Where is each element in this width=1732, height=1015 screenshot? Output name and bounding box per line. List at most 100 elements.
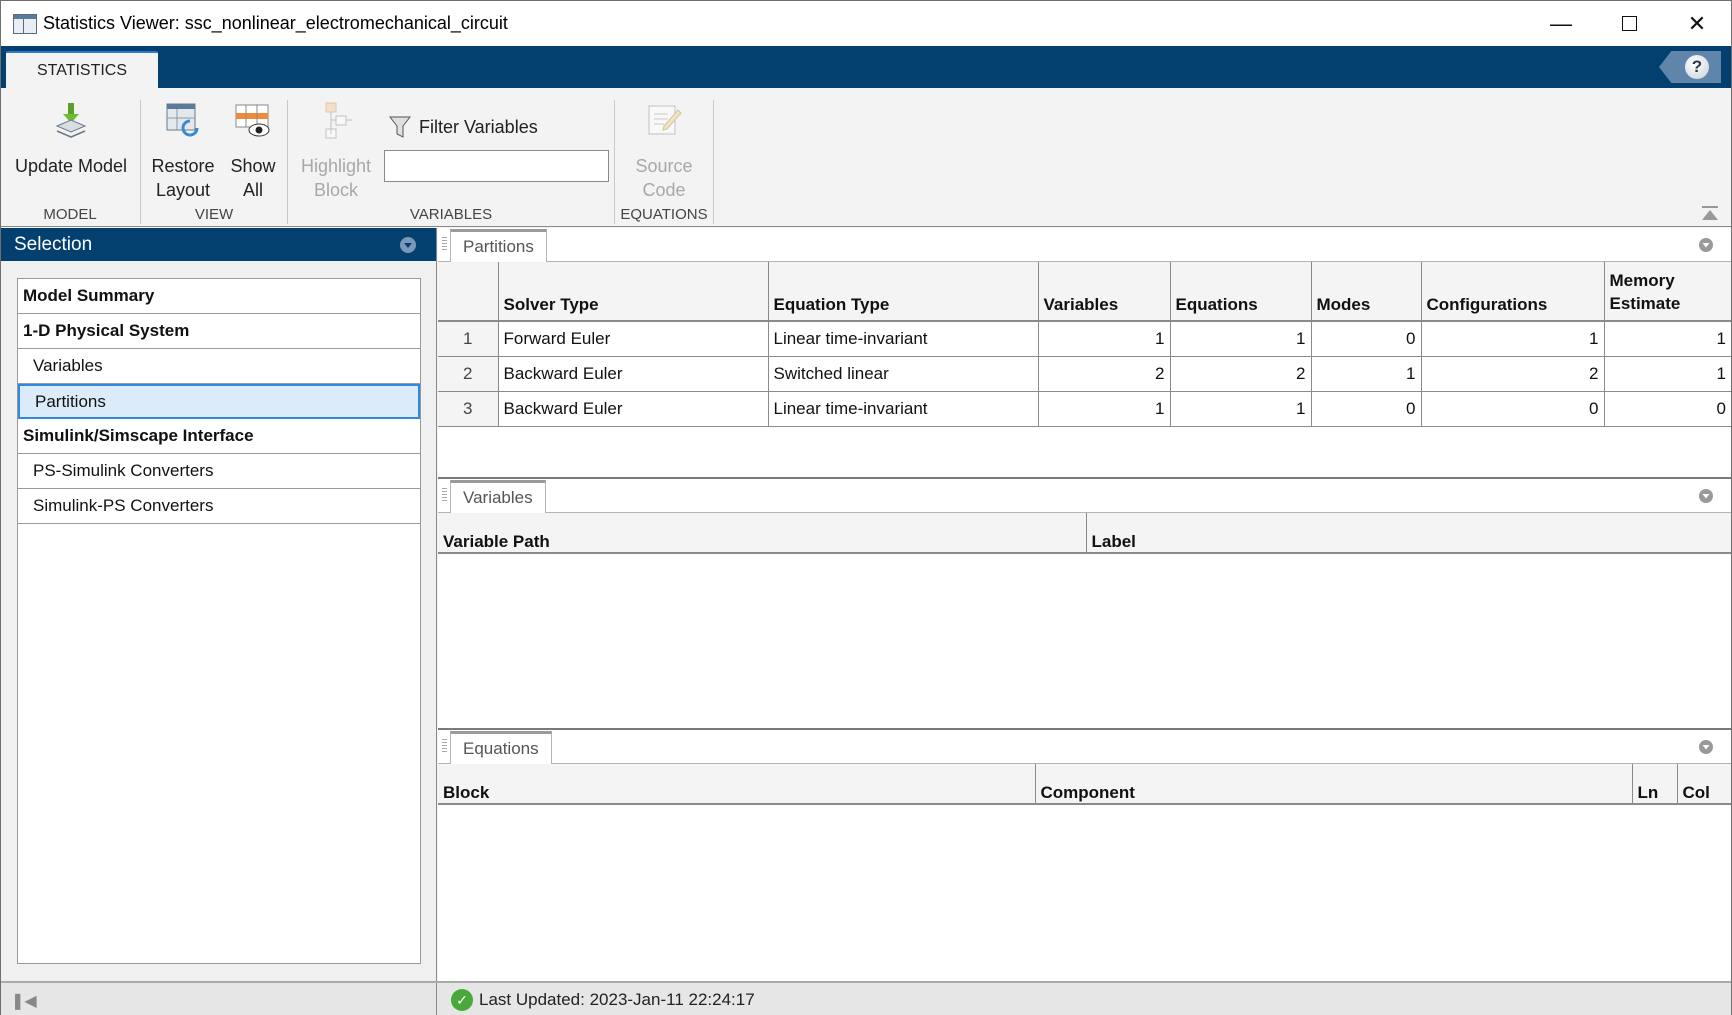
tree-item-simulink-simscape-interface[interactable]: Simulink/Simscape Interface (18, 419, 420, 454)
filter-variables-label: Filter Variables (419, 116, 538, 137)
cell-modes: 0 (1311, 321, 1422, 357)
tree-item-simulink-ps-converters[interactable]: Simulink-PS Converters (18, 489, 420, 524)
equations-table: Block Component Ln Col (438, 764, 1731, 805)
selection-title: Selection (14, 233, 93, 255)
row-index: 3 (438, 391, 499, 427)
drag-handle[interactable] (442, 739, 447, 753)
toolstrip: Update Model MODEL Restore Layout Show A… (1, 88, 1731, 227)
statistics-viewer-window: Statistics Viewer: ssc_nonlinear_electro… (0, 0, 1732, 1015)
drag-handle[interactable] (442, 237, 447, 251)
equations-tab[interactable]: Equations (450, 731, 552, 764)
source-label-2: Code (642, 180, 686, 200)
collapse-toolstrip-icon[interactable] (1701, 206, 1719, 222)
help-icon: ? (1685, 55, 1709, 79)
close-button[interactable]: ✕ (1663, 1, 1731, 46)
cell-solver-type: Backward Euler (498, 391, 769, 427)
equations-panel: Equations Block Component Ln Col (438, 730, 1731, 981)
show-label-2: All (242, 180, 263, 200)
details-area: Partitions Solver Type Equation Type Var… (438, 228, 1731, 981)
equations-group-label: EQUATIONS (620, 206, 708, 223)
toolstrip-tabbar: STATISTICS ? (1, 46, 1731, 88)
view-group-label: VIEW (194, 206, 234, 223)
highlight-block-button[interactable]: Highlight Block (298, 100, 374, 202)
cell-variables: 1 (1038, 321, 1171, 357)
title-bar: Statistics Viewer: ssc_nonlinear_electro… (1, 1, 1731, 46)
restore-label-1: Restore (151, 156, 215, 176)
variables-panel: Variables Variable Path Label (438, 479, 1731, 730)
variables-tab[interactable]: Variables (450, 480, 546, 513)
cell-solver-type: Forward Euler (498, 321, 769, 357)
tab-statistics[interactable]: STATISTICS (6, 51, 158, 88)
column-header-variable-path[interactable]: Variable Path (438, 513, 1087, 554)
status-bar-left: ❚◀ (1, 983, 437, 1015)
column-header-modes[interactable]: Modes (1311, 262, 1422, 322)
cell-equations: 1 (1170, 391, 1312, 427)
last-updated-text: Last Updated: 2023-Jan-11 22:24:17 (479, 990, 755, 1009)
column-header-equation-type[interactable]: Equation Type (768, 262, 1039, 322)
column-header-ln[interactable]: Ln (1632, 764, 1678, 805)
cell-variables: 2 (1038, 356, 1171, 392)
filter-variables-input[interactable] (384, 150, 609, 182)
update-model-label: Update Model (14, 156, 128, 176)
column-header-block[interactable]: Block (438, 764, 1036, 805)
show-label-1: Show (230, 156, 276, 176)
cell-configurations: 1 (1421, 321, 1605, 357)
maximize-icon (1621, 16, 1637, 31)
table-row[interactable]: 1 Forward Euler Linear time-invariant 1 … (438, 321, 1731, 357)
column-header-solver-type[interactable]: Solver Type (498, 262, 769, 322)
help-button[interactable]: ? (1659, 51, 1721, 83)
row-index: 1 (438, 321, 499, 357)
column-header-label[interactable]: Label (1086, 513, 1731, 554)
tree-item-partitions[interactable]: Partitions (18, 384, 420, 419)
table-row[interactable]: 3 Backward Euler Linear time-invariant 1… (438, 391, 1731, 427)
highlight-label-1: Highlight (300, 156, 372, 176)
partitions-tabbar: Partitions (438, 228, 1731, 262)
column-header-variables[interactable]: Variables (1038, 262, 1171, 322)
cell-modes: 0 (1311, 391, 1422, 427)
tree-item-variables[interactable]: Variables (18, 349, 420, 384)
row-index: 2 (438, 356, 499, 392)
selection-tree: Model Summary 1-D Physical System Variab… (17, 278, 421, 964)
variables-table: Variable Path Label (438, 513, 1731, 554)
column-header-configurations[interactable]: Configurations (1421, 262, 1605, 322)
column-header-col[interactable]: Col (1677, 764, 1731, 805)
tree-item-ps-simulink-converters[interactable]: PS-Simulink Converters (18, 454, 420, 489)
model-group: Update Model MODEL (1, 88, 139, 227)
filter-variables-label-row: Filter Variables (389, 115, 538, 139)
memory-label: Memory (1609, 271, 1675, 290)
panel-menu-icon[interactable] (400, 237, 416, 253)
collapse-left-icon[interactable]: ❚◀ (11, 991, 37, 1011)
cell-configurations: 2 (1421, 356, 1605, 392)
source-label-1: Source (635, 156, 693, 176)
panel-menu-icon[interactable] (1698, 739, 1714, 755)
panel-menu-icon[interactable] (1698, 237, 1714, 253)
tree-item-physical-system[interactable]: 1-D Physical System (18, 314, 420, 349)
cell-equation-type: Linear time-invariant (768, 391, 1039, 427)
show-all-button[interactable]: Show All (227, 100, 279, 202)
column-header-memory-estimate[interactable]: Memory Estimate (1604, 262, 1731, 322)
update-model-button[interactable]: Update Model (11, 100, 131, 178)
highlight-label-2: Block (313, 180, 358, 200)
restore-layout-button[interactable]: Restore Layout (151, 100, 215, 202)
update-model-icon (55, 103, 87, 138)
panel-menu-icon[interactable] (1698, 488, 1714, 504)
window-title: Statistics Viewer: ssc_nonlinear_electro… (43, 13, 508, 33)
partitions-tab[interactable]: Partitions (450, 229, 547, 262)
model-group-label: MODEL (43, 206, 97, 223)
table-row[interactable]: 2 Backward Euler Switched linear 2 2 1 2… (438, 356, 1731, 392)
maximize-button[interactable] (1595, 1, 1663, 46)
source-code-button[interactable]: Source Code (625, 100, 703, 202)
cell-equations: 2 (1170, 356, 1312, 392)
drag-handle[interactable] (442, 488, 447, 502)
selection-panel: Selection Model Summary 1-D Physical Sys… (1, 228, 437, 982)
separator (713, 100, 714, 224)
estimate-label: Estimate (1609, 294, 1681, 313)
column-header-component[interactable]: Component (1035, 764, 1633, 805)
minimize-button[interactable]: — (1527, 1, 1595, 46)
partitions-table: Solver Type Equation Type Variables Equa… (438, 262, 1731, 427)
column-header-index (438, 262, 499, 322)
tree-item-model-summary[interactable]: Model Summary (18, 279, 420, 314)
show-all-icon (235, 104, 270, 137)
cell-memory-estimate: 1 (1604, 356, 1731, 392)
column-header-equations[interactable]: Equations (1170, 262, 1312, 322)
